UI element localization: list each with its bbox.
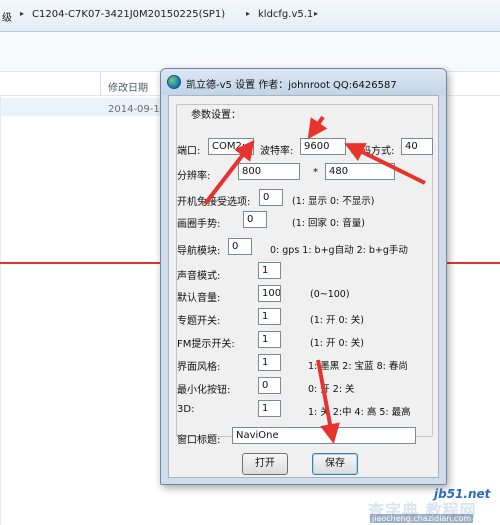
window-title-input[interactable]: NaviOne <box>232 427 416 444</box>
window-title-label: 窗口标题: <box>177 435 221 446</box>
chevron-right-icon: ▸ <box>20 9 25 18</box>
three-d-hint: 1: 关 2:中 4: 高 5: 最高 <box>308 407 411 418</box>
topic-switch-input[interactable]: 1 <box>258 308 281 325</box>
watermark-url: jiaocheng.chazidian.com <box>370 514 474 523</box>
pane-divider <box>0 96 1 525</box>
file-row-date: 2014-09-19 <box>108 104 167 115</box>
fm-prompt-input[interactable]: 1 <box>258 331 281 348</box>
min-button-hint: 0: 开 2: 关 <box>308 384 355 395</box>
default-volume-label: 默认音量: <box>177 293 221 304</box>
toolbar-strip <box>0 32 500 72</box>
column-divider[interactable] <box>100 72 101 96</box>
dialog-client-area: 参数设置： 端口: COM2: 波特率: 9600 取码方式: 40 分辨率: … <box>168 95 439 478</box>
sound-mode-label: 声音模式: <box>177 271 221 282</box>
nav-module-label: 导航模块: <box>177 246 221 257</box>
address-bar[interactable]: 级 ▸ C1204-C7K07-3421J0M20150225(SP1) ▸ k… <box>0 0 500 32</box>
nav-module-hint: 0: gps 1: b+g自动 2: b+g手动 <box>270 245 408 256</box>
port-input[interactable]: COM2: <box>208 138 254 155</box>
fm-prompt-label: FM提示开关: <box>177 339 235 350</box>
breadcrumb-segment[interactable]: 级 <box>2 9 12 24</box>
chevron-right-icon: ▸ <box>314 9 319 18</box>
three-d-input[interactable]: 1 <box>258 400 281 417</box>
ui-style-input[interactable]: 1 <box>258 354 281 371</box>
dialog-titlebar[interactable]: 凯立德-v5 设置 作者：johnroot QQ:6426587 <box>161 69 446 95</box>
decode-input[interactable]: 40 <box>401 138 433 155</box>
globe-icon <box>167 75 181 89</box>
resolution-width-input[interactable]: 800 <box>238 163 300 180</box>
chevron-right-icon: ▸ <box>246 9 251 18</box>
group-title: 参数设置： <box>188 106 244 121</box>
topic-switch-hint: (1: 开 0: 关) <box>310 315 364 326</box>
default-volume-input[interactable]: 100 <box>258 285 281 302</box>
resolution-height-input[interactable]: 480 <box>325 163 395 180</box>
boot-skip-hint: (1: 显示 0: 不显示) <box>292 196 375 207</box>
settings-dialog: 凯立德-v5 设置 作者：johnroot QQ:6426587 参数设置： 端… <box>160 68 447 485</box>
boot-skip-input[interactable]: 0 <box>259 189 283 206</box>
nav-module-input[interactable]: 0 <box>228 238 252 255</box>
resolution-label: 分辨率: <box>177 171 211 182</box>
baud-label: 波特率: <box>260 146 294 157</box>
baud-input[interactable]: 9600 <box>300 138 346 155</box>
topic-switch-label: 专题开关: <box>177 316 221 327</box>
boot-skip-label: 开机免接受选项: <box>177 197 251 208</box>
min-button-input[interactable]: 0 <box>258 377 281 394</box>
default-volume-hint: (0~100) <box>310 289 350 300</box>
min-button-label: 最小化按钮: <box>177 385 231 396</box>
fm-prompt-hint: (1: 开 0: 关) <box>310 338 364 349</box>
port-label: 端口: <box>177 146 201 157</box>
save-button[interactable]: 保存 <box>312 453 358 475</box>
resolution-separator: * <box>313 167 318 178</box>
gesture-input[interactable]: 0 <box>243 211 267 228</box>
column-header-modified-date[interactable]: 修改日期 <box>108 79 148 94</box>
gesture-label: 画圈手势: <box>177 219 221 230</box>
dialog-title: 凯立德-v5 设置 作者：johnroot QQ:6426587 <box>186 80 397 91</box>
decode-label: 取码方式: <box>351 146 395 157</box>
open-button[interactable]: 打开 <box>242 453 288 475</box>
gesture-hint: (1: 回家 0: 音量) <box>292 218 365 229</box>
sound-mode-input[interactable]: 1 <box>258 262 281 279</box>
breadcrumb-segment[interactable]: kldcfg.v5.1 <box>258 9 313 20</box>
three-d-label: 3D: <box>177 404 195 415</box>
breadcrumb-segment[interactable]: C1204-C7K07-3421J0M20150225(SP1) <box>32 9 225 20</box>
ui-style-hint: 1: 墨黑 2: 宝蓝 8: 春尚 <box>308 361 408 372</box>
ui-style-label: 界面风格: <box>177 362 221 373</box>
